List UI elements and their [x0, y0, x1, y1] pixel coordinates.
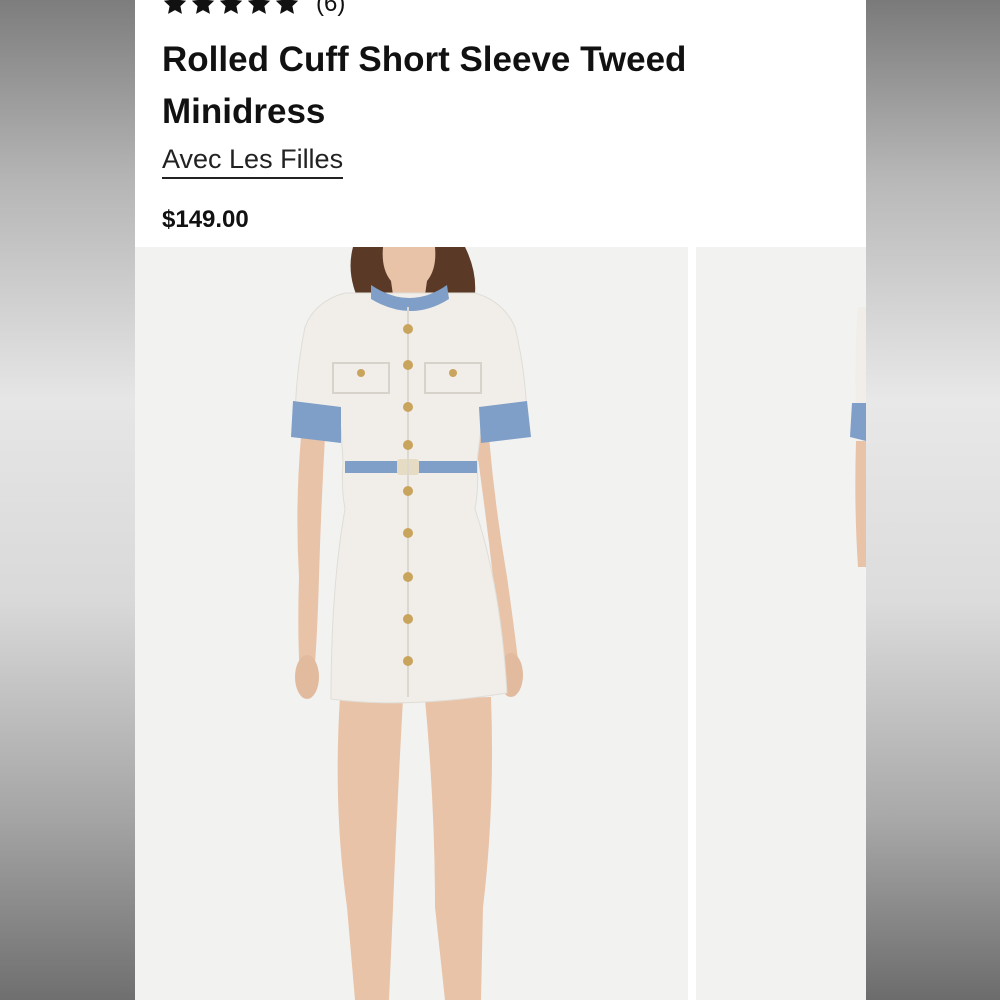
product-price: $149.00	[162, 206, 249, 233]
image-gallery[interactable]	[135, 247, 866, 1000]
product-image-next[interactable]	[696, 247, 866, 1000]
star-rating	[162, 0, 300, 17]
dress-model-illustration-partial	[696, 247, 866, 1000]
review-count[interactable]: (6)	[316, 0, 345, 18]
background-blur-right	[866, 0, 1000, 1000]
star-icon	[163, 0, 187, 14]
star-icon	[191, 0, 215, 14]
background-blur-left	[0, 0, 135, 1000]
rating-row[interactable]: (6)	[162, 0, 345, 18]
product-panel: (6) Rolled Cuff Short Sleeve Tweed Minid…	[135, 0, 866, 1000]
dress-model-illustration	[135, 247, 688, 1000]
star-icon	[219, 0, 243, 14]
product-image-main[interactable]	[135, 247, 688, 1000]
star-icon	[247, 0, 271, 14]
star-icon	[275, 0, 299, 14]
product-title: Rolled Cuff Short Sleeve Tweed Minidress	[162, 40, 687, 131]
brand-link[interactable]: Avec Les Filles	[162, 143, 344, 179]
